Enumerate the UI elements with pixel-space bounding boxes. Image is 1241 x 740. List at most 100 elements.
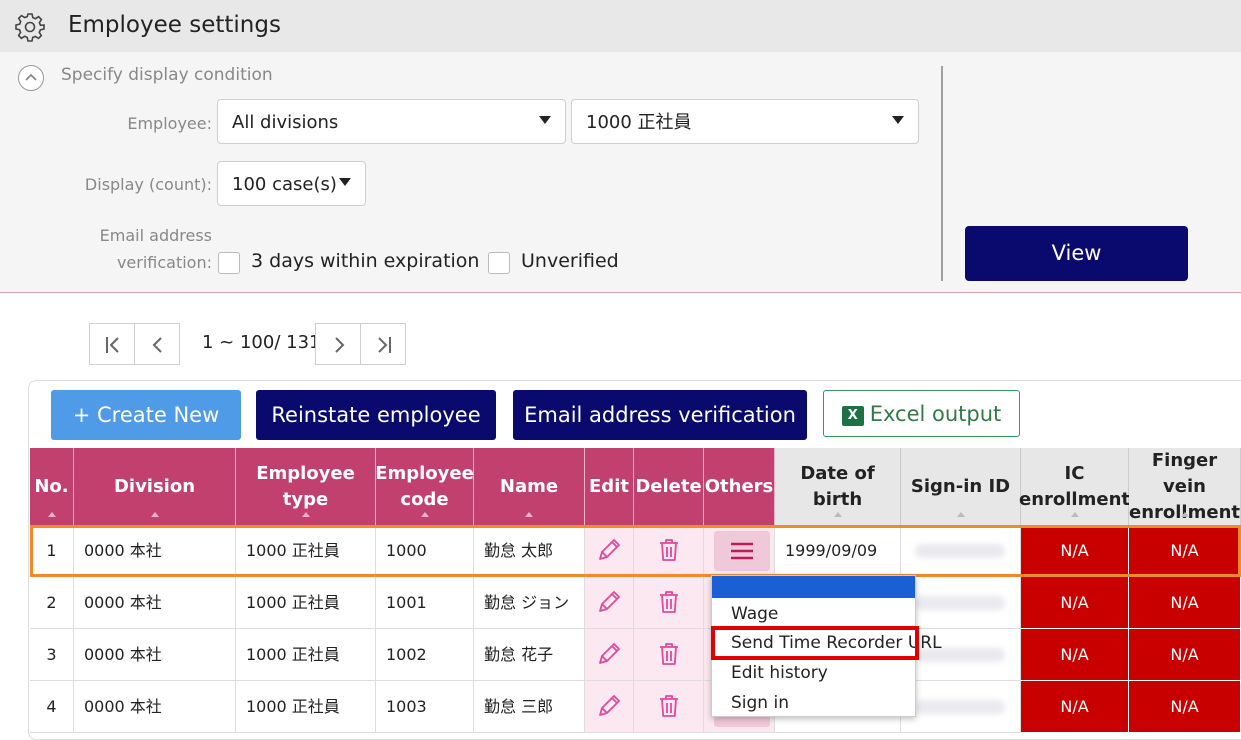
cell-others <box>704 525 775 577</box>
redacted-sign-in-id <box>915 544 1005 558</box>
cell-ic-enrollment: N/A <box>1021 629 1129 681</box>
email-label-line1: Email address <box>99 226 212 245</box>
sort-icon <box>1180 512 1189 517</box>
table-row[interactable]: 4 0000 本社 1000 正社員 1003 勤怠 三郎 N/A N/A <box>30 681 1241 733</box>
cell-division: 0000 本社 <box>74 629 236 681</box>
sort-icon <box>47 512 56 517</box>
expiration-checkbox[interactable] <box>218 252 240 274</box>
cell-finger-vein-enrollment: N/A <box>1129 629 1241 681</box>
divider <box>941 66 943 281</box>
app-header: Employee settings <box>0 0 1241 52</box>
col-ic-label-2: enrollment <box>1019 488 1130 510</box>
table-row[interactable]: 2 0000 本社 1000 正社員 1001 勤怠 ジョン N/A N/A <box>30 577 1241 629</box>
cell-employee-code: 1001 <box>376 577 474 629</box>
menu-item-edit-history[interactable]: Edit history <box>731 663 828 683</box>
col-ic-enrollment[interactable]: IC enrollment <box>1019 448 1130 525</box>
highlight-annotation-box <box>711 626 919 660</box>
col-finger-vein-enrollment[interactable]: Finger vein enrollment <box>1129 448 1241 525</box>
sort-icon <box>150 512 159 517</box>
col-ic-label-1: IC <box>1064 462 1085 484</box>
chevron-right-icon <box>335 337 345 353</box>
cell-name: 勤怠 太郎 <box>474 525 585 577</box>
others-menu-button[interactable] <box>714 531 770 571</box>
division-select[interactable]: All divisions <box>217 99 566 144</box>
cell-no: 3 <box>30 629 74 681</box>
col-code-label-2: code <box>400 488 449 510</box>
col-type-label: Employee type <box>256 462 355 510</box>
email-verification-button[interactable]: Email address verification <box>513 390 807 440</box>
menu-item-sign-in[interactable]: Sign in <box>731 693 789 713</box>
edit-button[interactable] <box>585 525 634 577</box>
first-page-icon <box>106 337 119 353</box>
menu-item-wage[interactable]: Wage <box>731 604 778 624</box>
table-row[interactable]: 3 0000 本社 1000 正社員 1002 勤怠 花子 N/A N/A <box>30 629 1241 681</box>
col-delete: Delete <box>634 448 704 525</box>
col-edit: Edit <box>585 448 634 525</box>
col-no-label: No. <box>34 475 69 497</box>
col-name[interactable]: Name <box>474 448 585 525</box>
chevron-up-icon <box>25 73 37 81</box>
excel-output-button[interactable]: X Excel output <box>823 390 1020 437</box>
cell-no: 2 <box>30 577 74 629</box>
col-signin-label: Sign-in ID <box>910 475 1011 497</box>
cell-finger-vein-enrollment: N/A <box>1129 525 1241 577</box>
col-dob-label: Date of birth <box>800 462 875 510</box>
cell-ic-enrollment: N/A <box>1021 577 1129 629</box>
cell-name: 勤怠 花子 <box>474 629 585 681</box>
col-no[interactable]: No. <box>30 448 74 525</box>
chevron-left-icon <box>152 337 162 353</box>
cell-employee-type: 1000 正社員 <box>236 577 376 629</box>
col-division[interactable]: Division <box>74 448 236 525</box>
pencil-icon <box>599 643 620 664</box>
cell-sign-in-id <box>901 525 1021 577</box>
edit-button[interactable] <box>585 577 634 629</box>
division-select-value: All divisions <box>232 112 339 133</box>
col-employee-code[interactable]: Employee code <box>375 448 474 525</box>
edit-button[interactable] <box>585 681 634 733</box>
col-edit-label: Edit <box>589 475 629 497</box>
sort-icon <box>525 512 533 517</box>
gear-icon <box>15 13 45 42</box>
edit-button[interactable] <box>585 629 634 681</box>
cell-finger-vein-enrollment: N/A <box>1129 577 1241 629</box>
last-page-button[interactable] <box>360 323 406 365</box>
delete-button[interactable] <box>634 525 704 577</box>
col-others-label: Others <box>704 475 774 497</box>
create-new-button[interactable]: + Create New <box>51 390 241 440</box>
last-page-icon <box>378 337 391 353</box>
caret-down-icon <box>892 116 904 124</box>
table-row[interactable]: 1 0000 本社 1000 正社員 1000 勤怠 太郎 1999/09/09 N/A N/… <box>30 525 1241 577</box>
trash-icon <box>659 539 678 561</box>
next-page-button[interactable] <box>315 323 361 365</box>
employee-type-select[interactable]: 1000 正社員 <box>571 99 919 144</box>
col-name-label: Name <box>499 475 559 497</box>
pencil-icon <box>599 591 620 612</box>
delete-button[interactable] <box>634 681 704 733</box>
caret-down-icon <box>539 116 551 124</box>
cell-employee-type: 1000 正社員 <box>236 629 376 681</box>
first-page-button[interactable] <box>89 323 135 365</box>
col-others: Others <box>704 448 775 525</box>
col-sign-in-id[interactable]: Sign-in ID <box>901 448 1021 525</box>
unverified-checkbox[interactable] <box>488 252 510 274</box>
cell-date-of-birth: 1999/09/09 <box>775 525 901 577</box>
trash-icon <box>659 643 678 665</box>
redacted-sign-in-id <box>915 596 1005 610</box>
col-code-label-1: Employee <box>375 462 474 484</box>
delete-button[interactable] <box>634 629 704 681</box>
cell-employee-type: 1000 正社員 <box>236 681 376 733</box>
count-select[interactable]: 100 case(s) <box>217 161 366 206</box>
type-select-value: 1000 正社員 <box>586 112 692 133</box>
sort-icon <box>1070 512 1079 517</box>
cell-finger-vein-enrollment: N/A <box>1129 681 1241 733</box>
cell-name: 勤怠 三郎 <box>474 681 585 733</box>
reinstate-employee-button[interactable]: Reinstate employee <box>256 390 496 440</box>
col-date-of-birth[interactable]: Date of birth <box>775 448 901 525</box>
collapse-toggle-button[interactable] <box>18 65 44 91</box>
col-employee-type[interactable]: Employee type <box>236 448 376 525</box>
cell-sign-in-id <box>901 577 1021 629</box>
delete-button[interactable] <box>634 577 704 629</box>
prev-page-button[interactable] <box>134 323 180 365</box>
view-button[interactable]: View <box>965 226 1188 281</box>
cell-employee-code: 1002 <box>376 629 474 681</box>
